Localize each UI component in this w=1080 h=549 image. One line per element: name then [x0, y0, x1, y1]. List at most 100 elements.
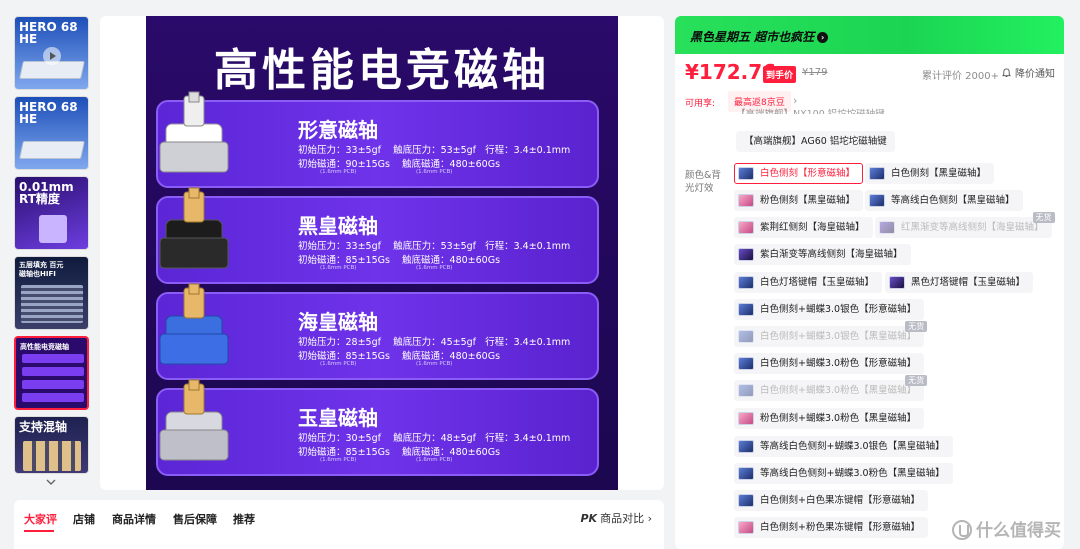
original-price: ¥179 [802, 67, 828, 78]
switch-spec-row: 初始压力：28±5gf 触底压力：45±5gf 行程：3.4±0.1mm [298, 334, 570, 348]
tab-reviews[interactable]: 大家评 [24, 511, 57, 527]
variant-thumb-icon [738, 194, 754, 207]
switch-image [23, 441, 81, 471]
pcb-note: (1.6mm PCB) [416, 361, 453, 367]
pcb-note: (1.6mm PCB) [416, 265, 453, 271]
variant-option[interactable]: 白色灯塔键帽【玉皇磁轴】 [734, 272, 883, 293]
variant-option-out-of-stock[interactable]: 白色侧刻+蝴蝶3.0粉色【黑皇磁轴】 无货 [734, 375, 928, 401]
variant-option[interactable]: 【高端旗舰】AG60 铝坨坨磁轴键 [736, 131, 895, 152]
variant-option[interactable]: 黑色灯塔键帽【玉皇磁轴】 [885, 272, 1034, 293]
variant-option[interactable]: 等高线白色侧刻+蝴蝶3.0粉色【黑皇磁轴】 [734, 463, 953, 484]
switch-row [22, 380, 84, 389]
switch-row [22, 367, 84, 376]
tab-after-sales[interactable]: 售后保障 [173, 511, 217, 527]
variant-thumb-icon [738, 221, 754, 234]
chevron-down-icon[interactable] [45, 476, 57, 488]
tab-details[interactable]: 商品详情 [112, 511, 156, 527]
variant-option[interactable]: 白色侧刻+粉色果冻键帽【形意磁轴】 [734, 517, 928, 538]
travel: 行程：3.4±0.1mm [485, 337, 571, 348]
variant-thumb-icon [738, 467, 754, 480]
thumbnail-title: 五层填充 百元磁轴也HIFI [19, 261, 64, 278]
price-tag-badge: 到手价 [763, 66, 797, 83]
switch-row [22, 393, 84, 402]
promo-banner[interactable]: 黑色星期五 超市也疯狂 › [675, 16, 1064, 54]
variant-thumb-icon [869, 194, 885, 207]
switch-image [159, 187, 229, 269]
variant-option[interactable]: 紫荆红侧刻【海皇磁轴】 [734, 217, 873, 238]
pcb-note: (1.6mm PCB) [320, 361, 357, 367]
thumbnail-image[interactable]: 0.01mm RT精度 [14, 176, 89, 250]
variant-option-out-of-stock[interactable]: 红黑渐变等高线侧刻【海皇磁轴】 无货 [875, 212, 1055, 238]
switch-card: 海皇磁轴 初始压力：28±5gf 触底压力：45±5gf 行程：3.4±0.1m… [156, 283, 599, 380]
out-of-stock-badge: 无货 [1032, 212, 1055, 223]
thumbnail-image[interactable]: HERO 68 HE [14, 96, 89, 170]
switch-name: 海皇磁轴 [298, 310, 378, 334]
variant-option[interactable]: 粉色侧刻【黑皇磁轴】 [734, 190, 864, 211]
variant-option[interactable]: 紫白渐变等高线侧刻【海皇磁轴】 [734, 244, 911, 265]
variant-thumb-icon [738, 276, 754, 289]
travel: 行程：3.4±0.1mm [485, 241, 571, 252]
switch-card: 形意磁轴 初始压力：33±5gf 触底压力：53±5gf 行程：3.4±0.1m… [156, 91, 599, 188]
thumbnail-strip: HERO 68 HE HERO 68 HE 0.01mm RT精度 五层填充 百… [14, 16, 89, 490]
switch-image [159, 283, 229, 365]
switch-spec-row: 初始磁通：90±15Gs 触底磁通：480±60Gs [298, 156, 500, 170]
coupon-label: 可用享: [685, 99, 716, 109]
variant-option[interactable]: 等高线白色侧刻+蝴蝶3.0银色【黑皇磁轴】 [734, 436, 953, 457]
variant-thumb-icon [738, 440, 754, 453]
product-info-panel: 黑色星期五 超市也疯狂 › ¥172.76 到手价 ¥179 累计评价 2000+… [675, 16, 1064, 549]
init-force: 初始压力：28±5gf [298, 337, 381, 348]
thumbnail-title: HERO 68 HE [19, 20, 78, 46]
keyboard-image [19, 141, 85, 159]
init-force: 初始压力：30±5gf [298, 433, 381, 444]
price-drop-notify[interactable]: 降价通知 [1002, 65, 1055, 80]
thumbnail-image-active[interactable]: 高性能电竞磁轴 [14, 336, 89, 410]
thumbnail-video[interactable]: HERO 68 HE [14, 16, 89, 90]
variant-partial: 【高端旗舰】NX100 铝坨坨磁轴键 [736, 106, 885, 114]
variant-thumb-icon [738, 521, 754, 534]
arrow-right-icon: › [817, 32, 829, 43]
switch-spec-row: 初始磁通：85±15Gs 触底磁通：480±60Gs [298, 348, 500, 362]
variant-option-out-of-stock[interactable]: 白色侧刻+蝴蝶3.0银色【黑皇磁轴】 无货 [734, 321, 928, 347]
main-image-card: 高性能电竞磁轴 形意磁轴 初始压力：33±5gf 触底压力：53±5gf 行程：… [100, 16, 664, 490]
switch-name: 形意磁轴 [298, 118, 378, 142]
compare-button[interactable]: PK 商品对比 › [581, 510, 653, 526]
variant-option-selected[interactable]: 白色侧刻【形意磁轴】 [734, 163, 864, 184]
variant-option[interactable]: 白色侧刻【黑皇磁轴】 [865, 163, 995, 184]
travel: 行程：3.4±0.1mm [485, 145, 571, 156]
variant-option[interactable]: 白色侧刻+蝴蝶3.0粉色【形意磁轴】 [734, 353, 925, 374]
switch-image [159, 91, 229, 173]
review-count[interactable]: 累计评价 2000+ [922, 67, 999, 82]
switch-spec-row: 初始压力：30±5gf 触底压力：48±5gf 行程：3.4±0.1mm [298, 430, 570, 444]
variant-option[interactable]: 等高线白色侧刻【黑皇磁轴】 [865, 190, 1023, 211]
tab-recommend[interactable]: 推荐 [233, 511, 255, 527]
switch-card: 黑皇磁轴 初始压力：33±5gf 触底压力：53±5gf 行程：3.4±0.1m… [156, 187, 599, 284]
bottom-force: 触底压力：45±5gf [393, 337, 477, 348]
play-icon[interactable] [43, 47, 61, 65]
thumbnail-image[interactable]: 支持混轴 [14, 416, 89, 474]
bottom-force: 触底压力：53±5gf [393, 145, 477, 156]
variant-option[interactable]: 粉色侧刻+蝴蝶3.0粉色【黑皇磁轴】 [734, 408, 925, 429]
switch-spec-row: 初始压力：33±5gf 触底压力：53±5gf 行程：3.4±0.1mm [298, 142, 570, 156]
switch-spec-row: 初始压力：33±5gf 触底压力：53±5gf 行程：3.4±0.1mm [298, 238, 570, 252]
variant-option[interactable]: 白色侧刻+白色果冻键帽【形意磁轴】 [734, 490, 928, 511]
thumbnail-title: 支持混轴 [19, 420, 68, 434]
site-watermark: 什么值得买 [952, 516, 1061, 541]
watermark-logo-icon [952, 520, 972, 540]
variant-thumb-icon [738, 330, 754, 343]
bottom-force: 触底压力：48±5gf [393, 433, 477, 444]
variant-thumb-icon [738, 494, 754, 507]
variant-option[interactable]: 白色侧刻+蝴蝶3.0银色【形意磁轴】 [734, 299, 925, 320]
switch-name: 玉皇磁轴 [298, 406, 378, 430]
thumbnail-image[interactable]: 五层填充 百元磁轴也HIFI [14, 256, 89, 330]
out-of-stock-badge: 无货 [905, 321, 928, 332]
detail-tabs: 大家评 店铺 商品详情 售后保障 推荐 PK 商品对比 › [14, 500, 664, 549]
tab-store[interactable]: 店铺 [73, 511, 95, 527]
pcb-note: (1.6mm PCB) [416, 457, 453, 463]
variant-thumb-icon [738, 248, 754, 261]
switch-image [39, 215, 67, 243]
thumbnail-title: 0.01mm RT精度 [19, 180, 74, 206]
variant-thumb-icon [879, 221, 895, 234]
switch-image [159, 379, 229, 461]
thumbnail-title: 高性能电竞磁轴 [20, 343, 69, 351]
compare-label: 商品对比 › [600, 512, 652, 525]
